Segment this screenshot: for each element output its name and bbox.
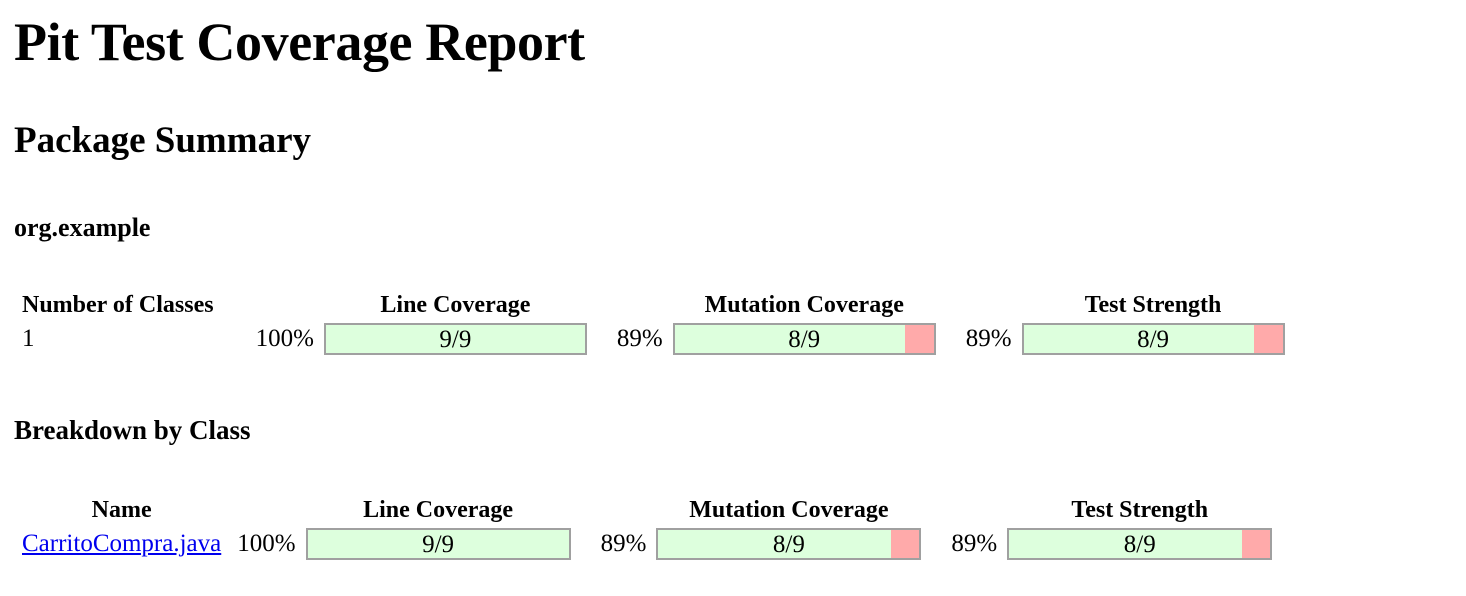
- class-link-carritocompra[interactable]: CarritoCompra.java: [22, 530, 221, 557]
- cell-test-strength-percent: 89%: [965, 325, 1012, 352]
- header-class-line-coverage: Line Coverage: [363, 497, 514, 523]
- class-mutation-coverage-bar-label: 8/9: [772, 531, 805, 558]
- cell-class-name: CarritoCompra.java: [22, 528, 221, 560]
- header-spacer-strength: [950, 292, 1022, 323]
- breakdown-by-class-table: Name Line Coverage Mutation Coverage Tes…: [22, 497, 1286, 560]
- class-mutation-coverage-bar: 8/9: [656, 528, 922, 560]
- package-name: org.example: [14, 213, 151, 242]
- class-test-strength-bar-label: 8/9: [1123, 531, 1156, 558]
- cell-class-mutation-coverage-percent: 89%: [600, 530, 647, 557]
- cell-class-line-coverage-percent: 100%: [237, 530, 296, 557]
- class-line-coverage-bar-label: 9/9: [422, 531, 455, 558]
- section-heading-breakdown-by-class: Breakdown by Class: [14, 415, 251, 445]
- header-number-of-classes: Number of Classes: [22, 292, 214, 318]
- cell-class-mutation-coverage-bar: 8/9: [656, 528, 935, 560]
- package-summary-row: 1 100% 9/9 89% 8/9 89% 8/9: [22, 323, 1299, 355]
- header-spacer-line: [240, 292, 324, 323]
- test-strength-bar-label: 8/9: [1137, 326, 1170, 353]
- line-coverage-bar-label: 9/9: [439, 326, 472, 353]
- cell-mutation-coverage-percent: 89%: [616, 325, 663, 352]
- section-heading-package-summary: Package Summary: [14, 120, 311, 161]
- class-test-strength-bar: 8/9: [1007, 528, 1273, 560]
- table-row: CarritoCompra.java 100% 9/9 89% 8/9 89%: [22, 528, 1286, 560]
- header-class-spacer-mutation: [585, 497, 657, 528]
- mutation-coverage-bar-label: 8/9: [788, 326, 821, 353]
- mutation-coverage-bar: 8/9: [672, 323, 936, 355]
- header-class-test-strength: Test Strength: [1071, 497, 1209, 523]
- header-class-name: Name: [91, 497, 152, 523]
- cell-test-strength-bar: 8/9: [1021, 323, 1299, 355]
- cell-line-coverage-bar: 9/9: [323, 323, 601, 355]
- cell-line-coverage-percent: 100%: [255, 325, 314, 352]
- header-class-spacer-line: [221, 497, 305, 528]
- header-class-mutation-coverage: Mutation Coverage: [689, 497, 889, 523]
- cell-number-of-classes: 1: [22, 325, 35, 352]
- page-title: Pit Test Coverage Report: [14, 12, 585, 72]
- package-summary-table: Number of Classes Line Coverage Mutation…: [22, 292, 1299, 355]
- cell-class-line-coverage-bar: 9/9: [305, 528, 585, 560]
- cell-class-test-strength-bar: 8/9: [1007, 528, 1286, 560]
- class-line-coverage-bar: 9/9: [305, 528, 571, 560]
- line-coverage-bar: 9/9: [323, 323, 587, 355]
- header-spacer-mutation: [601, 292, 673, 323]
- breakdown-header-row: Name Line Coverage Mutation Coverage Tes…: [22, 497, 1286, 528]
- header-class-spacer-strength: [935, 497, 1007, 528]
- test-strength-bar: 8/9: [1021, 323, 1285, 355]
- header-test-strength: Test Strength: [1084, 292, 1222, 318]
- header-line-coverage: Line Coverage: [380, 292, 531, 318]
- cell-class-test-strength-percent: 89%: [951, 530, 998, 557]
- header-mutation-coverage: Mutation Coverage: [704, 292, 904, 318]
- cell-mutation-coverage-bar: 8/9: [672, 323, 950, 355]
- package-summary-header-row: Number of Classes Line Coverage Mutation…: [22, 292, 1299, 323]
